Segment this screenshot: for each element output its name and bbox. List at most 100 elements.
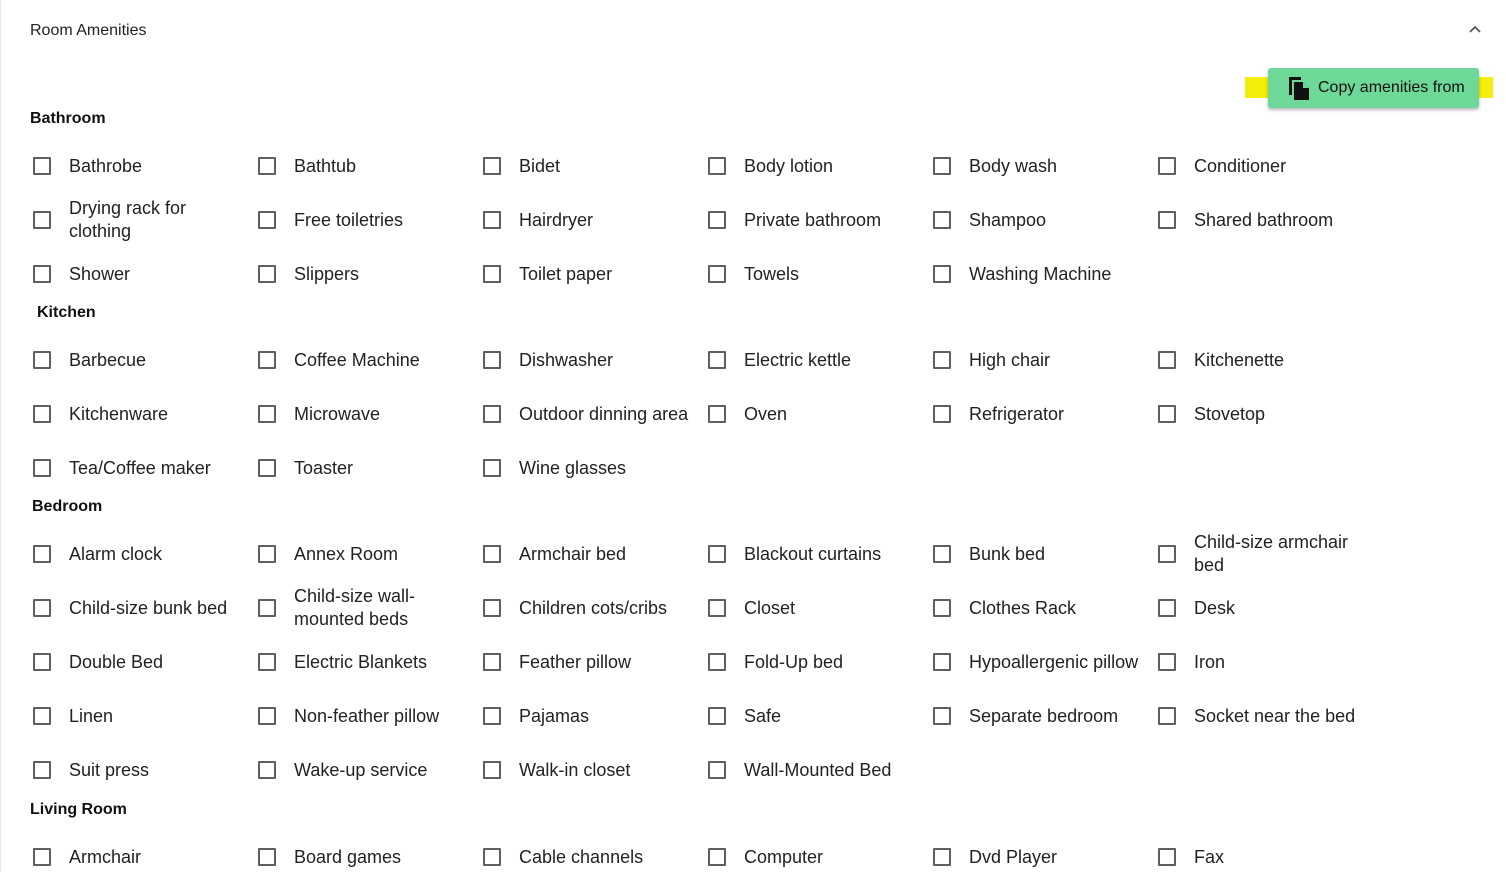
amenity-item[interactable]: Dvd Player xyxy=(930,842,1145,872)
amenity-item[interactable]: Toaster xyxy=(255,453,470,483)
amenity-checkbox[interactable] xyxy=(1158,405,1176,423)
amenity-checkbox[interactable] xyxy=(258,599,276,617)
amenity-item[interactable]: Stovetop xyxy=(1155,399,1370,429)
amenity-item[interactable]: Hairdryer xyxy=(480,205,695,235)
amenity-item[interactable]: Outdoor dinning area xyxy=(480,399,695,429)
amenity-checkbox[interactable] xyxy=(1158,599,1176,617)
amenity-item[interactable]: Separate bedroom xyxy=(930,701,1145,731)
amenity-item[interactable]: Shampoo xyxy=(930,205,1145,235)
amenity-item[interactable]: Closet xyxy=(705,593,920,623)
amenity-checkbox[interactable] xyxy=(708,545,726,563)
amenity-checkbox[interactable] xyxy=(33,848,51,866)
amenity-checkbox[interactable] xyxy=(708,351,726,369)
amenity-item[interactable]: Free toiletries xyxy=(255,205,470,235)
amenity-checkbox[interactable] xyxy=(258,653,276,671)
amenity-item[interactable]: Socket near the bed xyxy=(1155,701,1370,731)
amenity-checkbox[interactable] xyxy=(33,653,51,671)
amenity-checkbox[interactable] xyxy=(1158,211,1176,229)
amenity-item[interactable]: Pajamas xyxy=(480,701,695,731)
amenity-item[interactable]: Desk xyxy=(1155,593,1370,623)
amenity-item[interactable]: Drying rack for clothing xyxy=(30,198,245,241)
amenity-checkbox[interactable] xyxy=(1158,351,1176,369)
amenity-checkbox[interactable] xyxy=(33,545,51,563)
amenity-item[interactable]: High chair xyxy=(930,345,1145,375)
amenity-item[interactable]: Double Bed xyxy=(30,647,245,677)
amenity-checkbox[interactable] xyxy=(933,211,951,229)
amenity-item[interactable]: Bathtub xyxy=(255,151,470,181)
amenity-item[interactable]: Wake-up service xyxy=(255,755,470,785)
copy-amenities-button[interactable]: Copy amenities from xyxy=(1268,68,1479,108)
amenity-checkbox[interactable] xyxy=(933,405,951,423)
amenity-item[interactable]: Body wash xyxy=(930,151,1145,181)
amenity-checkbox[interactable] xyxy=(33,405,51,423)
amenity-checkbox[interactable] xyxy=(708,265,726,283)
amenity-item[interactable]: Board games xyxy=(255,842,470,872)
amenity-checkbox[interactable] xyxy=(258,157,276,175)
amenity-item[interactable]: Shared bathroom xyxy=(1155,205,1370,235)
amenity-item[interactable]: Body lotion xyxy=(705,151,920,181)
amenity-item[interactable]: Clothes Rack xyxy=(930,593,1145,623)
amenity-checkbox[interactable] xyxy=(483,459,501,477)
amenity-checkbox[interactable] xyxy=(933,653,951,671)
amenity-checkbox[interactable] xyxy=(483,157,501,175)
amenity-item[interactable]: Suit press xyxy=(30,755,245,785)
amenity-checkbox[interactable] xyxy=(933,707,951,725)
amenity-item[interactable]: Kitchenware xyxy=(30,399,245,429)
amenity-item[interactable]: Safe xyxy=(705,701,920,731)
amenity-checkbox[interactable] xyxy=(483,761,501,779)
amenity-checkbox[interactable] xyxy=(33,211,51,229)
amenity-checkbox[interactable] xyxy=(33,459,51,477)
amenity-checkbox[interactable] xyxy=(258,761,276,779)
amenity-checkbox[interactable] xyxy=(708,157,726,175)
amenity-item[interactable]: Armchair bed xyxy=(480,539,695,569)
amenity-item[interactable]: Refrigerator xyxy=(930,399,1145,429)
amenity-checkbox[interactable] xyxy=(483,848,501,866)
amenity-item[interactable]: Computer xyxy=(705,842,920,872)
amenity-checkbox[interactable] xyxy=(708,707,726,725)
amenity-checkbox[interactable] xyxy=(483,707,501,725)
amenity-item[interactable]: Armchair xyxy=(30,842,245,872)
amenity-item[interactable]: Toilet paper xyxy=(480,259,695,289)
amenity-item[interactable]: Fax xyxy=(1155,842,1370,872)
amenity-checkbox[interactable] xyxy=(708,761,726,779)
amenity-item[interactable]: Non-feather pillow xyxy=(255,701,470,731)
amenity-checkbox[interactable] xyxy=(483,351,501,369)
amenity-item[interactable]: Electric Blankets xyxy=(255,647,470,677)
amenity-checkbox[interactable] xyxy=(933,545,951,563)
amenity-checkbox[interactable] xyxy=(33,265,51,283)
amenity-item[interactable]: Feather pillow xyxy=(480,647,695,677)
amenity-checkbox[interactable] xyxy=(708,848,726,866)
amenity-checkbox[interactable] xyxy=(933,848,951,866)
amenity-checkbox[interactable] xyxy=(708,653,726,671)
amenity-checkbox[interactable] xyxy=(258,848,276,866)
amenity-item[interactable]: Bathrobe xyxy=(30,151,245,181)
amenity-item[interactable]: Linen xyxy=(30,701,245,731)
amenity-item[interactable]: Blackout curtains xyxy=(705,539,920,569)
amenity-item[interactable]: Private bathroom xyxy=(705,205,920,235)
amenity-item[interactable]: Child-size armchair bed xyxy=(1155,532,1370,575)
amenity-item[interactable]: Bidet xyxy=(480,151,695,181)
amenity-checkbox[interactable] xyxy=(933,157,951,175)
amenity-item[interactable]: Tea/Coffee maker xyxy=(30,453,245,483)
amenity-checkbox[interactable] xyxy=(933,599,951,617)
amenity-checkbox[interactable] xyxy=(33,157,51,175)
amenity-checkbox[interactable] xyxy=(1158,848,1176,866)
amenity-checkbox[interactable] xyxy=(933,351,951,369)
amenity-checkbox[interactable] xyxy=(1158,157,1176,175)
amenity-checkbox[interactable] xyxy=(483,265,501,283)
amenity-item[interactable]: Conditioner xyxy=(1155,151,1370,181)
amenity-checkbox[interactable] xyxy=(708,211,726,229)
amenity-checkbox[interactable] xyxy=(1158,545,1176,563)
amenity-checkbox[interactable] xyxy=(483,211,501,229)
amenity-item[interactable]: Shower xyxy=(30,259,245,289)
amenity-item[interactable]: Washing Machine xyxy=(930,259,1145,289)
amenity-checkbox[interactable] xyxy=(708,405,726,423)
amenity-item[interactable]: Microwave xyxy=(255,399,470,429)
amenity-checkbox[interactable] xyxy=(708,599,726,617)
amenity-item[interactable]: Children cots/cribs xyxy=(480,593,695,623)
amenity-item[interactable]: Oven xyxy=(705,399,920,429)
amenity-checkbox[interactable] xyxy=(483,545,501,563)
amenity-checkbox[interactable] xyxy=(258,211,276,229)
amenity-item[interactable]: Cable channels xyxy=(480,842,695,872)
amenity-checkbox[interactable] xyxy=(33,599,51,617)
